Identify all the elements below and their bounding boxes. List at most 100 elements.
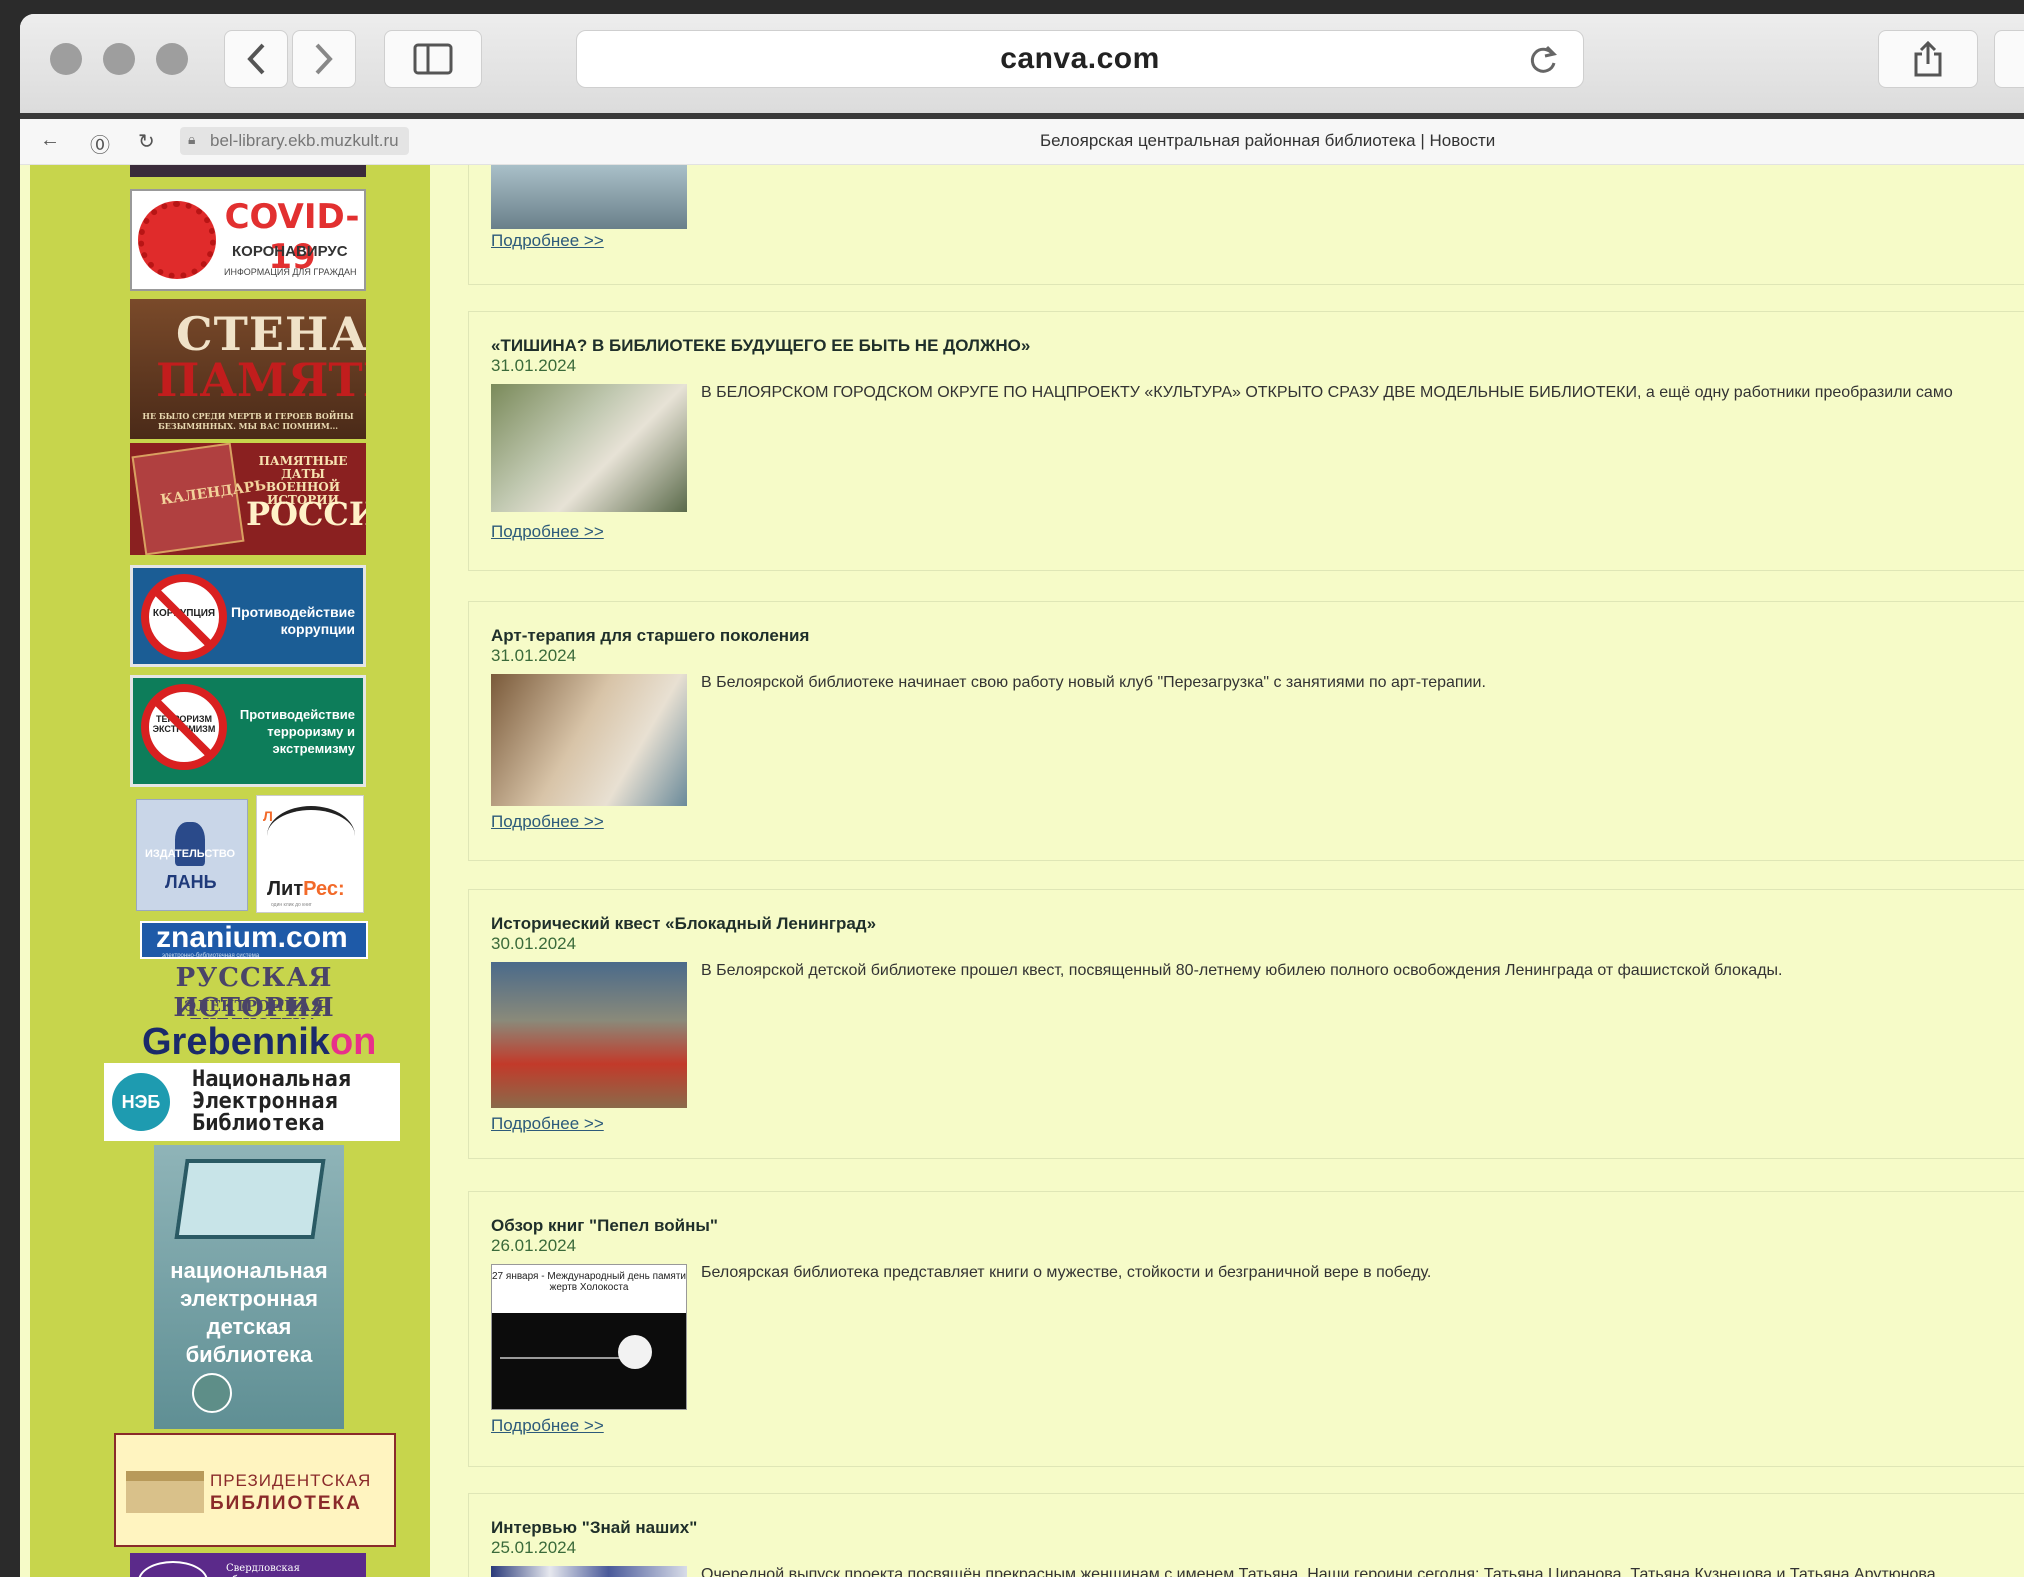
news-thumbnail[interactable]: 27 января - Международный день памяти же… [491,1264,687,1410]
news-date: 25.01.2024 [491,1538,577,1557]
banner-lan[interactable]: ИЗДАТЕЛЬСТВО ЛАНЬ [136,799,248,911]
banner-sverdlovsk-library[interactable]: Свердловская областная специальная библи… [130,1553,366,1577]
news-thumbnail[interactable] [491,165,687,229]
russ-line2: ЭЛЕКТРОННАЯ БИБЛИОТЕКА [184,997,324,1019]
news-item: «ТИШИНА? В БИБЛИОТЕКЕ БУДУЩЕГО ЕЕ БЫТЬ Н… [468,311,2024,571]
read-more-link[interactable]: Подробнее >> [491,1114,604,1134]
address-bar[interactable]: canva.com [576,30,1584,88]
lock-icon: 🔒︎ [188,131,196,147]
flower-icon [618,1335,652,1369]
reload-icon[interactable] [1527,43,1559,77]
news-description: В БЕЛОЯРСКОМ ГОРОДСКОМ ОКРУГЕ ПО НАЦПРОЕ… [701,384,1953,401]
news-thumbnail[interactable] [491,674,687,806]
news-date: 31.01.2024 [491,646,577,665]
inner-browser-bar: ← ⓪ ↻ bel-library.ekb.muzkult.ru 🔒︎ Бело… [20,119,2024,165]
address-url: canva.com [1000,42,1160,75]
banner-top-strip[interactable] [130,165,366,177]
news-item: Арт-терапия для старшего поколения 31.01… [468,601,2024,861]
news-thumbnail[interactable] [491,962,687,1108]
banner-antiterror[interactable]: ТЕРРОРИЗМ ЭКСТРЕМИЗМ Противодействие тер… [130,675,366,787]
banner-covid[interactable]: COVID-19 КОРОНАВИРУС ИНФОРМАЦИЯ ДЛЯ ГРАЖ… [130,189,366,291]
covid-small: ИНФОРМАЦИЯ ДЛЯ ГРАЖДАН [224,267,357,277]
banner-znanium[interactable]: znanium.com электронно-библиотечная сист… [140,921,368,959]
neb-abbr: НЭБ [121,1091,161,1112]
terr-sign: ТЕРРОРИЗМ ЭКСТРЕМИЗМ [152,714,216,734]
terr-text: Противодействие терроризму и экстремизму [239,707,355,756]
litres-letter: Л [263,808,273,824]
sverd-text: Свердловская областная специальная библи… [226,1563,352,1577]
covid-title: COVID-19 [224,197,360,277]
covid-subtitle: КОРОНАВИРУС [232,243,348,260]
seal-icon [192,1373,232,1413]
litres-sub: один клик до книг [271,902,312,908]
inner-reload-icon[interactable]: ↻ [138,129,155,154]
banner-ndb[interactable]: национальная электронная детская библиот… [154,1145,344,1429]
minimize-window-button[interactable] [103,43,135,75]
news-title[interactable]: Исторический квест «Блокадный Ленинград» [491,914,876,934]
greb-name: Grebennikon [142,1023,376,1064]
news-content: Подробнее >> «ТИШИНА? В БИБЛИОТЕКЕ БУДУЩ… [430,165,2024,1577]
ndb-l4: библиотека [185,1342,313,1367]
back-button[interactable] [224,30,288,88]
sidebar: COVID-19 КОРОНАВИРУС ИНФОРМАЦИЯ ДЛЯ ГРАЖ… [30,165,430,1577]
share-icon [1914,40,1942,77]
banner-grebennikon[interactable]: Grebennikon [128,1023,376,1067]
korr-sign: КОРРУПЦИЯ [152,608,216,619]
greb-a: Grebennik [142,1023,330,1063]
inner-back-icon[interactable]: ← [40,129,60,152]
inner-reader-icon[interactable]: ⓪ [90,129,110,158]
znanium-name: znanium.com [156,921,348,954]
banner-kalendar[interactable]: КАЛЕНДАРЬ ПАМЯТНЫЕ ДАТЫ ВОЕННОЙ ИСТОРИИ … [130,443,366,555]
news-title[interactable]: Обзор книг "Пепел войны" [491,1216,718,1236]
open-book-icon [267,806,355,866]
stena-small: НЕ БЫЛО СРЕДИ МЕРТВ И ГЕРОЕВ ВОЙНЫ БЕЗЫМ… [142,411,354,431]
news-date: 30.01.2024 [491,934,577,953]
sverd-logo-icon [138,1561,208,1577]
news-date: 26.01.2024 [491,1236,577,1255]
banner-presidential-library[interactable]: ПРЕЗИДЕНТСКАЯ БИБЛИОТЕКА [114,1433,396,1547]
building-icon [126,1471,204,1513]
virus-icon [138,201,216,279]
news-thumbnail[interactable] [491,1566,687,1577]
news-item: Исторический квест «Блокадный Ленинград»… [468,889,2024,1159]
inner-page-title: Белоярская центральная районная библиоте… [1040,131,1496,150]
thumb-caption: 27 января - Международный день памяти же… [492,1271,687,1293]
read-more-link[interactable]: Подробнее >> [491,1416,604,1436]
read-more-link[interactable]: Подробнее >> [491,522,604,542]
laptop-screen-icon [174,1159,326,1239]
news-title[interactable]: «ТИШИНА? В БИБЛИОТЕКЕ БУДУЩЕГО ЕЕ БЫТЬ Н… [491,336,1030,356]
news-description: Очередной выпуск проекта посвящён прекра… [701,1566,1941,1577]
prohibition-icon: ТЕРРОРИЗМ ЭКСТРЕМИЗМ [141,684,227,770]
read-more-link[interactable]: Подробнее >> [491,812,604,832]
news-item: Обзор книг "Пепел войны" 26.01.2024 27 я… [468,1191,2024,1467]
banner-neb[interactable]: НЭБ Национальная Электронная Библиотека [104,1063,400,1141]
share-button[interactable] [1878,30,1978,88]
lan-izd: ИЗДАТЕЛЬСТВО [145,848,236,860]
chevron-right-icon [315,43,333,75]
sidebar-toggle-button[interactable] [384,30,482,88]
banner-anticorruption[interactable]: КОРРУПЦИЯ Противодействие коррупции [130,565,366,667]
inner-url[interactable]: bel-library.ekb.muzkult.ru [180,127,409,155]
ndb-l2: электронная [180,1286,318,1311]
neb-logo-icon: НЭБ [112,1073,170,1131]
ndb-l1: национальная [170,1258,328,1283]
litres-name: ЛитРес: [267,878,345,901]
banner-stena-pamyati[interactable]: СТЕНА ПАМЯТИ НЕ БЫЛО СРЕДИ МЕРТВ И ГЕРОЕ… [130,299,366,439]
kalendar-country: РОССИИ [246,495,366,533]
korr-text: Противодействие коррупции [231,604,355,637]
forward-button[interactable] [292,30,356,88]
banner-litres[interactable]: Л ЛитРес: один клик до книг [256,795,364,913]
read-more-link[interactable]: Подробнее >> [491,231,604,251]
ndb-l3: детская [206,1314,292,1339]
zoom-window-button[interactable] [156,43,188,75]
stena-line2: ПАМЯТИ [156,353,366,407]
close-window-button[interactable] [50,43,82,75]
news-date: 31.01.2024 [491,356,577,375]
pres-l1: ПРЕЗИДЕНТСКАЯ [210,1471,372,1490]
tabs-button[interactable] [1994,30,2024,88]
banner-russkaya-istoriya[interactable]: РУССКАЯ ИСТОРИЯ ЭЛЕКТРОННАЯ БИБЛИОТЕКА [146,963,362,1019]
news-thumbnail[interactable] [491,384,687,512]
news-title[interactable]: Интервью "Знай наших" [491,1518,697,1538]
litres-name-a: Лит [267,878,304,900]
news-title[interactable]: Арт-терапия для старшего поколения [491,626,809,646]
